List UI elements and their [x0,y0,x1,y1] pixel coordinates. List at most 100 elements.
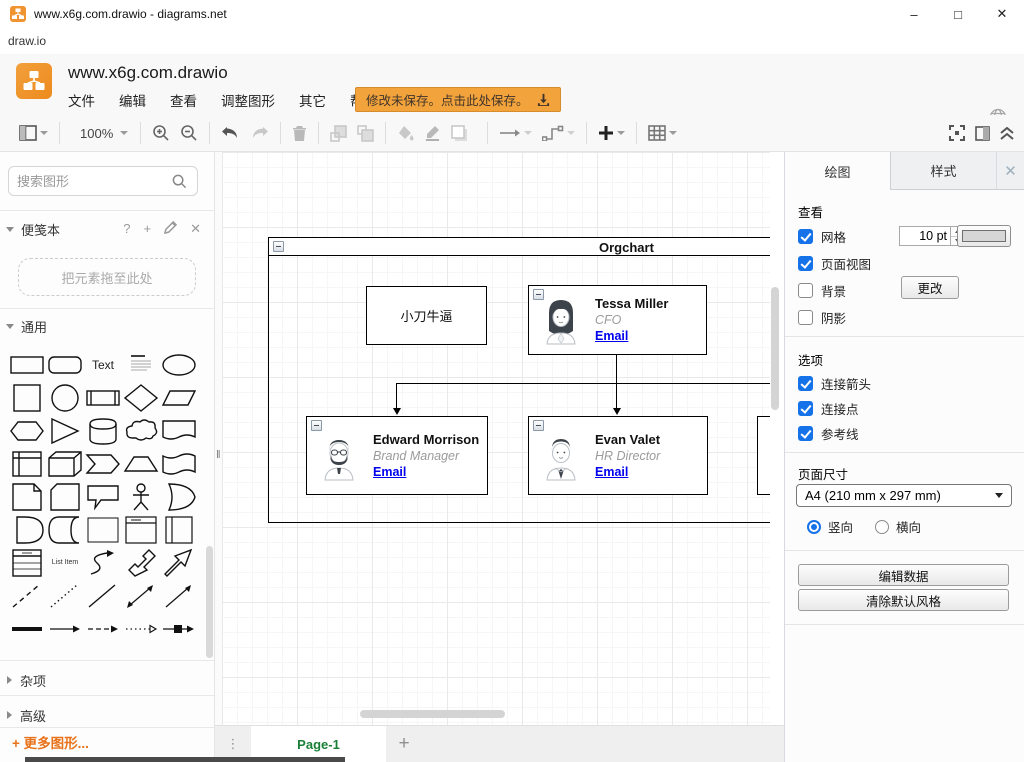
grid-checkbox[interactable] [798,229,813,244]
shape-vertical-container[interactable] [160,513,198,546]
shape-search[interactable] [8,166,198,196]
collapse-toolbar-icon[interactable] [1000,127,1014,140]
menu-arrange[interactable]: 调整图形 [221,90,275,110]
shape-line[interactable] [84,579,122,612]
clear-default-style-button[interactable]: 清除默认风格 [798,589,1009,611]
shape-arrow-shape[interactable] [160,546,198,579]
shape-bidirectional-connector[interactable] [122,579,160,612]
node-evan[interactable]: Evan Valet HR Director Email [528,416,708,495]
menu-extras[interactable]: 其它 [299,90,326,110]
shape-trapezoid[interactable] [122,447,160,480]
page-size-select[interactable]: A4 (210 mm x 297 mm) [796,484,1012,507]
connection-points-row[interactable]: 连接点 [798,399,859,418]
collapse-minus-icon[interactable] [273,241,284,252]
menu-view[interactable]: 查看 [170,90,197,110]
table-button[interactable] [643,119,682,147]
email-link[interactable]: Email [373,464,479,480]
shape-internal-storage[interactable] [8,447,46,480]
scratchpad-drop-zone[interactable]: 把元素拖至此处 [18,258,196,296]
background-checkbox[interactable] [798,283,813,298]
format-panel-icon[interactable] [975,126,990,141]
edit-data-button[interactable]: 编辑数据 [798,564,1009,586]
to-front-icon[interactable] [325,119,352,147]
shape-and[interactable] [8,513,46,546]
scratchpad-add-icon[interactable]: + [144,221,152,237]
to-back-icon[interactable] [352,119,379,147]
node-edward[interactable]: Edward Morrison Brand Manager Email [306,416,488,495]
scratchpad-section[interactable]: 便笺本 ? + ✕ [0,217,215,241]
node-plain[interactable]: 小刀牛逼 [366,286,487,345]
page-view-checkbox-row[interactable]: 页面视图 [798,254,871,273]
shape-rounded-rectangle[interactable] [46,348,84,381]
email-link[interactable]: Email [595,328,668,344]
connector-to-edward[interactable] [396,383,397,408]
shape-curve[interactable] [84,546,122,579]
node-tessa[interactable]: Tessa Miller CFO Email [528,285,707,355]
zoom-caret-icon[interactable] [120,131,128,135]
guides-checkbox[interactable] [798,426,813,441]
shape-circle[interactable] [46,381,84,414]
shape-dashed-arrow[interactable] [84,612,122,645]
shadow-icon[interactable] [446,119,473,147]
view-panels-button[interactable] [14,119,53,147]
horizontal-scrollbar[interactable] [360,710,505,718]
section-misc[interactable]: 杂项 [0,668,215,692]
zoom-out-icon[interactable] [175,119,203,147]
panel-resize-gutter[interactable] [215,152,222,725]
shape-cube[interactable] [46,447,84,480]
scratchpad-close-icon[interactable]: ✕ [190,221,201,237]
shape-text[interactable]: Text [84,348,122,381]
shape-bidirectional-arrow[interactable] [122,546,160,579]
shape-or[interactable] [160,480,198,513]
zoom-in-icon[interactable] [147,119,175,147]
connection-arrows-row[interactable]: 连接箭头 [798,374,871,393]
shape-tape[interactable] [160,447,198,480]
shape-parallelogram[interactable] [160,381,198,414]
shape-dotted-line[interactable] [46,579,84,612]
shape-container[interactable] [84,513,122,546]
shape-ellipse[interactable] [160,348,198,381]
shape-textbox[interactable] [122,348,160,381]
undo-icon[interactable] [216,119,245,147]
shape-container-title[interactable] [122,513,160,546]
shape-note[interactable] [8,480,46,513]
connector-horizontal[interactable] [396,383,770,384]
search-input[interactable] [17,174,172,189]
collapse-minus-icon[interactable] [311,420,322,431]
redo-icon[interactable] [245,119,274,147]
waypoint-style-button[interactable] [537,119,580,147]
shape-document[interactable] [160,414,198,447]
connection-points-checkbox[interactable] [798,401,813,416]
background-checkbox-row[interactable]: 背景 [798,281,846,300]
section-advanced[interactable]: 高级 [0,703,215,727]
shape-dotted-arrow[interactable] [122,612,160,645]
tab-diagram[interactable]: 绘图 [785,152,891,190]
tab-style[interactable]: 样式 [891,152,997,190]
connector-tessa-down[interactable] [616,355,617,383]
shape-cylinder[interactable] [84,414,122,447]
shape-actor[interactable] [122,480,160,513]
menu-edit[interactable]: 编辑 [119,90,146,110]
shape-cloud[interactable] [122,414,160,447]
shape-rectangle[interactable] [8,348,46,381]
shape-dashed-line[interactable] [8,579,46,612]
fill-color-icon[interactable] [392,119,419,147]
grid-color-button[interactable] [957,225,1011,247]
shape-list[interactable] [8,546,46,579]
delete-icon[interactable] [287,119,312,147]
edit-pencil-icon[interactable] [164,221,177,234]
shape-data-storage[interactable] [46,513,84,546]
change-background-button[interactable]: 更改 [901,276,959,299]
menu-file[interactable]: 文件 [68,90,95,110]
connection-arrows-checkbox[interactable] [798,376,813,391]
line-color-icon[interactable] [419,119,446,147]
vertical-scrollbar[interactable] [771,287,779,410]
shape-card[interactable] [46,480,84,513]
node-partial[interactable] [757,416,770,495]
connector-to-evan[interactable] [616,383,617,408]
grid-checkbox-row[interactable]: 网格 [798,227,846,246]
shadow-checkbox[interactable] [798,310,813,325]
shape-labeled-arrow[interactable] [160,612,198,645]
maximize-icon[interactable]: □ [936,0,980,28]
shape-square[interactable] [8,381,46,414]
